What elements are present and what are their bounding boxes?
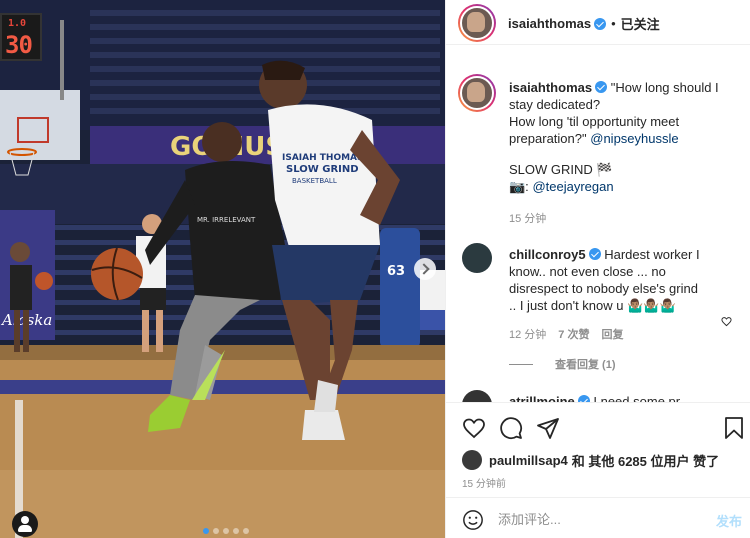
header-username[interactable]: isaiahthomas	[508, 16, 591, 31]
likes-text[interactable]: 和 其他 6285 位用户 赞了	[572, 451, 719, 470]
view-replies-button[interactable]: 查看回复 (1)	[509, 356, 616, 372]
heart-icon[interactable]	[462, 416, 486, 440]
shirt-right-line1: ISAIAH THOMAS	[282, 153, 364, 163]
caption-line4: preparation?"	[509, 131, 587, 146]
comment-line1: I need some pr	[593, 394, 681, 402]
carousel-dot	[203, 528, 209, 534]
caption-username[interactable]: isaiahthomas	[509, 80, 592, 95]
caption-meta: 15 分钟	[509, 210, 546, 226]
comment-username[interactable]: atrillmoine	[509, 394, 575, 402]
commenter-avatar[interactable]	[462, 390, 492, 402]
post-button[interactable]: 发布	[716, 511, 742, 530]
carousel-dot	[223, 528, 229, 534]
post-side-panel: isaiahthomas • 已关注 isaiahthomas "How lon…	[445, 0, 750, 538]
post-header: isaiahthomas • 已关注	[446, 0, 750, 45]
smile-icon[interactable]	[462, 509, 484, 531]
comment-line2: know.. not even close ... no	[509, 264, 666, 279]
comment-heart-icon[interactable]	[721, 316, 732, 327]
share-icon[interactable]	[536, 416, 560, 440]
shirt-right-line2: SLOW GRIND	[286, 164, 359, 175]
follow-status[interactable]: 已关注	[621, 14, 660, 33]
carousel-dot	[233, 528, 239, 534]
verified-icon	[594, 17, 607, 30]
caption-time: 15 分钟	[509, 213, 547, 225]
likes-summary: paulmillsap4 和 其他 6285 位用户 赞了	[462, 450, 719, 470]
replies-divider	[509, 363, 533, 365]
mention-link[interactable]: @teejayregan	[532, 179, 613, 194]
carousel-dots	[203, 528, 249, 534]
comment-likes[interactable]: 7 次赞	[558, 326, 589, 342]
comment-username[interactable]: chillconroy5	[509, 247, 586, 262]
caption-line5: SLOW GRIND 🏁	[509, 162, 613, 177]
shot-clock-big: 30	[5, 31, 33, 59]
comment-line4: .. I just don't know u 🤷🏽‍♂️🤷🏽‍♂️🤷🏽‍♂️	[509, 298, 676, 313]
caption-line3: How long 'til opportunity meet	[509, 114, 680, 129]
shot-clock: 1.0 30	[0, 13, 42, 61]
comments-list[interactable]: isaiahthomas "How long should I stay ded…	[446, 62, 750, 402]
caption-line2: stay dedicated?	[509, 97, 601, 112]
verified-icon	[588, 248, 601, 260]
shirt-left-text: MR. IRRELEVANT	[197, 216, 256, 224]
comment-icon[interactable]	[499, 416, 523, 440]
shot-clock-small: 1.0	[8, 18, 27, 29]
basketball-scene: GO HUS Alaska 63	[0, 0, 445, 538]
liker-username[interactable]: paulmillsap4	[489, 453, 568, 468]
comment-input[interactable]	[498, 509, 698, 529]
post-actions: paulmillsap4 和 其他 6285 位用户 赞了 15 分钟前 发布	[446, 402, 750, 538]
reply-button[interactable]: 回复	[601, 326, 623, 342]
chevron-right-icon[interactable]	[414, 258, 436, 280]
post-photo[interactable]: GO HUS Alaska 63	[0, 0, 445, 538]
view-replies-label: 查看回复 (1)	[555, 359, 616, 371]
header-separator: •	[611, 16, 616, 31]
caption-avatar[interactable]	[458, 74, 496, 112]
comment-line3: disrespect to nobody else's grind	[509, 281, 698, 296]
comment-time: 12 分钟	[509, 329, 547, 341]
commenter-avatar[interactable]	[462, 243, 492, 273]
camera-prefix: 📷:	[509, 179, 529, 194]
carousel-dot	[213, 528, 219, 534]
comment-line1: Hardest worker I	[604, 247, 700, 262]
verified-icon	[595, 81, 608, 93]
comment: atrillmoine I need some pr	[509, 393, 739, 402]
caption: isaiahthomas "How long should I stay ded…	[509, 79, 739, 195]
pad-number: 63	[387, 264, 405, 279]
add-comment-bar: 发布	[446, 497, 750, 538]
post-time: 15 分钟前	[462, 479, 506, 490]
liker-avatar[interactable]	[462, 450, 482, 470]
comment: chillconroy5 Hardest worker I know.. not…	[509, 246, 739, 314]
mention-link[interactable]: @nipseyhussle	[590, 131, 678, 146]
comment-meta: 12 分钟 7 次赞 回复	[509, 326, 623, 342]
user-tag-icon[interactable]	[12, 511, 38, 537]
caption-line1: "How long should I	[610, 80, 719, 95]
verified-icon	[577, 395, 590, 402]
carousel-dot	[243, 528, 249, 534]
avatar[interactable]	[458, 4, 496, 42]
bookmark-icon[interactable]	[723, 416, 745, 440]
shirt-right-line3: BASKETBALL	[292, 177, 337, 185]
